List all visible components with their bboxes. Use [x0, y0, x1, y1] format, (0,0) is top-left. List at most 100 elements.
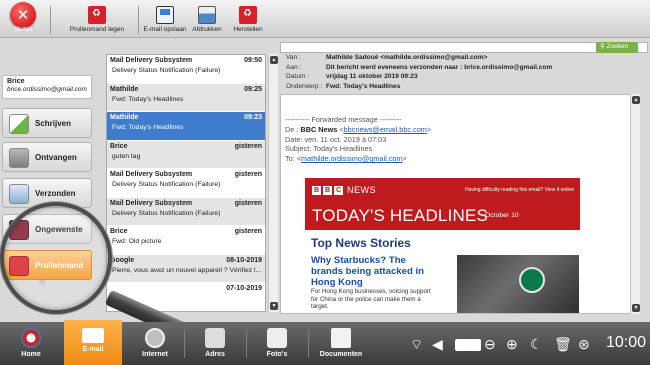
story-title-link[interactable]: Why Starbucks? The brands being attacked…	[311, 255, 439, 288]
close-label: Sluiten	[13, 27, 33, 33]
nav-divider	[308, 330, 309, 358]
from-email-link[interactable]: bbcnews@email.bbc.com	[344, 125, 427, 134]
list-item-selected[interactable]: Mathilde 09:23 Fwd: Today's Headlines	[107, 112, 265, 141]
message-date: gisteren	[234, 142, 262, 150]
wifi-icon[interactable]: ⌔	[410, 334, 423, 354]
sent-icon	[9, 184, 29, 204]
scroll-down-icon[interactable]: ▼	[632, 304, 640, 312]
to-email-link[interactable]: mathilde.ordissimo@gmail.com	[301, 154, 403, 163]
nav-label: Foto's	[266, 351, 288, 358]
search-input[interactable]	[280, 42, 648, 53]
nav-home[interactable]: Home	[2, 322, 60, 365]
document-icon	[331, 328, 351, 348]
list-item[interactable]: Brice gisteren Fwd: Old picture	[107, 226, 265, 255]
bbc-logo-letter: C	[334, 186, 343, 195]
save-email-button[interactable]: E-mail opslaan	[142, 6, 188, 36]
email-body: ---------- Forwarded message --------- D…	[280, 94, 638, 314]
nav-label: Documenten	[319, 351, 363, 358]
header-value: Dit bericht werd eveneens verzonden naar…	[326, 63, 553, 71]
volume-icon[interactable]: ◀	[432, 334, 443, 354]
nav-adres[interactable]: Adres	[186, 322, 244, 365]
nav-internet[interactable]: Internet	[126, 322, 184, 365]
bbc-date: October 10	[485, 212, 519, 219]
inbox-icon	[9, 148, 29, 168]
bbc-logo-letter: B	[323, 186, 332, 195]
header-to: Aan : Dit bericht werd eveneens verzonde…	[282, 64, 648, 74]
list-item[interactable]: Mathilde 09:25 Fwd: Today's Headlines	[107, 83, 265, 112]
print-button[interactable]: Afdrukken	[190, 6, 224, 36]
toolbar-divider	[138, 6, 139, 34]
header-value: Mathilde Sadoué <mathilde.ordissimo@gmai…	[326, 54, 488, 61]
list-item[interactable]: Google 08-10-2019 Pierre, vous avez un n…	[107, 254, 265, 283]
trash-status-icon[interactable]: 🗑	[554, 334, 572, 354]
forwarded-line: ---------- Forwarded message ---------	[285, 115, 402, 124]
search-button[interactable]: ⚲ Zoeken	[596, 42, 638, 53]
bbc-news-label: NEWS	[347, 185, 376, 195]
story-image[interactable]	[457, 255, 579, 313]
scroll-up-icon[interactable]: ▲	[270, 56, 278, 64]
message-list-scrollbar[interactable]: ▲ ▼	[268, 54, 278, 312]
message-sender: Mathilde	[110, 85, 139, 93]
bbc-logo: B B C	[312, 186, 343, 195]
header-key: Datum :	[286, 73, 310, 81]
search-icon: ⚲	[600, 43, 605, 50]
volume-bar-icon[interactable]	[455, 339, 481, 351]
nav-label: Adres	[205, 351, 225, 358]
folder-schrijven[interactable]: Schrijven	[2, 108, 92, 138]
message-date: gisteren	[234, 199, 262, 207]
header-subject: Onderwerp : Fwd: Today's Headlines	[282, 83, 648, 93]
header-key: Aan :	[286, 63, 302, 71]
forwarded-to: To: <mathilde.ordissimo@gmail.com>	[285, 154, 407, 164]
message-date: 09:23	[244, 114, 262, 121]
night-mode-icon[interactable]: ☾	[530, 334, 543, 354]
empty-bin-button[interactable]: Prullenmand legen	[58, 6, 136, 36]
forwarded-block: ---------- Forwarded message --------- D…	[285, 115, 431, 164]
list-item[interactable]: Mail Delivery Subsystem gisteren Deliver…	[107, 169, 265, 198]
camera-icon	[267, 328, 287, 348]
message-subject: Fwd: Old picture	[112, 238, 162, 245]
clock: 10:00	[606, 334, 647, 351]
list-item[interactable]: Mail Delivery Subsystem gisteren Deliver…	[107, 197, 265, 226]
message-date: gisteren	[234, 171, 262, 178]
header-key: Van :	[286, 54, 301, 61]
printer-icon	[198, 6, 216, 24]
close-icon: ✕	[10, 2, 36, 28]
header-value: vrijdag 11 oktober 2019 09:23	[326, 73, 418, 81]
nav-documenten[interactable]: Documenten	[310, 322, 372, 365]
email-body-scrollbar[interactable]: ▲ ▼	[630, 94, 640, 314]
forwarded-date: Date: ven. 11 oct. 2019 à 07:03	[285, 134, 387, 144]
plus-icon[interactable]: ⊕	[506, 334, 518, 354]
message-subject: Delivery Status Notification (Failure)	[112, 67, 221, 74]
help-icon[interactable]: ⊛	[578, 334, 590, 354]
home-icon	[21, 328, 41, 348]
from-name: BBC News	[300, 124, 338, 134]
close-button[interactable]: ✕ Sluiten	[2, 2, 44, 36]
message-subject: Fwd: Today's Headlines	[112, 124, 184, 131]
nav-label: Home	[21, 351, 41, 358]
minus-icon[interactable]: ⊖	[484, 334, 496, 354]
list-item[interactable]: Brice gisteren guten tag	[107, 140, 265, 169]
starbucks-logo	[519, 267, 545, 293]
contacts-icon	[205, 328, 225, 348]
folder-ontvangen[interactable]: Ontvangen	[2, 142, 92, 172]
user-name: Brice	[7, 78, 25, 85]
scroll-down-icon[interactable]: ▼	[270, 302, 278, 310]
hand-cursor-icon: ☝	[39, 277, 46, 288]
nav-divider	[246, 330, 247, 358]
view-online-link[interactable]: Having difficulty reading this email? Vi…	[465, 187, 574, 193]
user-account: Brice brice.ordissimo@gmail.com	[2, 75, 92, 99]
toolbar-divider	[50, 6, 51, 34]
nav-email[interactable]: E-mail	[64, 320, 122, 365]
nav-fotos[interactable]: Foto's	[248, 322, 306, 365]
empty-bin-label: Prullenmand legen	[69, 26, 125, 33]
message-sender: Mathilde	[110, 114, 139, 121]
magnifier-overlay	[0, 202, 112, 314]
bottom-navigation: Home E-mail Internet Adres Foto's Docume…	[0, 320, 650, 365]
restore-button[interactable]: Herstellen	[230, 6, 266, 36]
list-item[interactable]: Mail Delivery Subsystem 09:50 Delivery S…	[107, 55, 265, 84]
scroll-up-icon[interactable]: ▲	[632, 96, 640, 104]
bbc-banner: B B C NEWS Having difficulty reading thi…	[305, 178, 580, 230]
header-date: Datum : vrijdag 11 oktober 2019 09:23	[282, 73, 648, 83]
folder-label: Verzonden	[35, 189, 76, 198]
story-summary: For Hong Kong businesses, voicing suppor…	[311, 288, 431, 311]
